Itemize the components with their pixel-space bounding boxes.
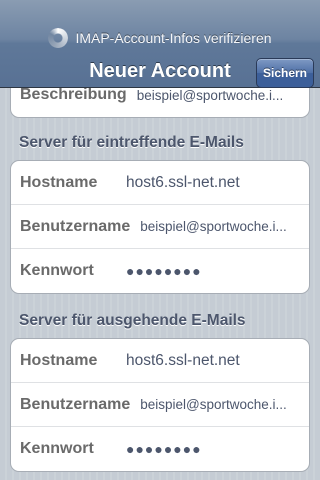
incoming-password-row[interactable]: Kennwort ●●●●●●●● <box>11 249 309 293</box>
outgoing-username-label: Benutzername <box>20 395 131 413</box>
outgoing-username-row[interactable]: Benutzername beispiel@sportwoche.i... <box>11 383 309 427</box>
incoming-username-row[interactable]: Benutzername beispiel@sportwoche.i... <box>11 205 309 249</box>
activity-spinner-icon <box>48 28 69 48</box>
incoming-hostname-label: Hostname <box>20 173 98 191</box>
title-row: Neuer Account Sichern <box>0 52 320 90</box>
incoming-section-header: Server für eintreffende E-Mails <box>19 134 244 151</box>
save-button[interactable]: Sichern <box>256 58 314 88</box>
outgoing-password-row[interactable]: Kennwort ●●●●●●●● <box>11 427 309 471</box>
outgoing-username-field[interactable]: beispiel@sportwoche.i... <box>140 397 287 412</box>
outgoing-password-field[interactable]: ●●●●●●●● <box>126 441 202 457</box>
incoming-username-label: Benutzername <box>20 217 131 235</box>
outgoing-hostname-row[interactable]: Hostname host6.ssl-net.net <box>11 339 309 383</box>
incoming-username-field[interactable]: beispiel@sportwoche.i... <box>140 219 287 234</box>
outgoing-section-header: Server für ausgehende E-Mails <box>19 312 246 329</box>
incoming-password-label: Kennwort <box>20 262 94 279</box>
prompt-text: IMAP-Account-Infos verifizieren <box>75 30 272 46</box>
incoming-password-field[interactable]: ●●●●●●●● <box>126 263 202 279</box>
outgoing-hostname-label: Hostname <box>20 351 98 369</box>
incoming-server-group: Hostname host6.ssl-net.net Benutzername … <box>10 160 310 294</box>
incoming-hostname-row[interactable]: Hostname host6.ssl-net.net <box>11 161 309 205</box>
outgoing-server-group: Hostname host6.ssl-net.net Benutzername … <box>10 338 310 472</box>
incoming-hostname-field[interactable]: host6.ssl-net.net <box>126 174 240 192</box>
outgoing-password-label: Kennwort <box>20 440 94 457</box>
navigation-bar: IMAP-Account-Infos verifizieren Neuer Ac… <box>0 0 320 88</box>
verification-prompt: IMAP-Account-Infos verifizieren <box>0 24 320 52</box>
outgoing-hostname-field[interactable]: host6.ssl-net.net <box>126 352 240 370</box>
